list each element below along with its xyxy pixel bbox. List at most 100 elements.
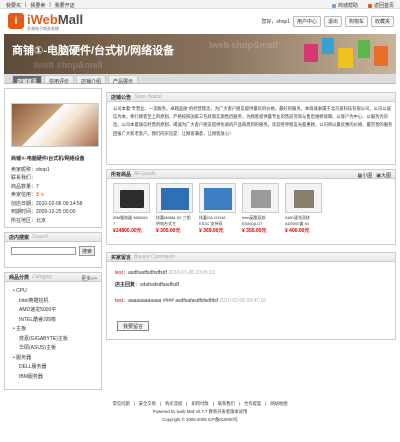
link-sell[interactable]: 我要卖 bbox=[30, 2, 45, 9]
comment-item: test：asdfsadfsdfsdfsdf 2010-01-26 10:05:… bbox=[115, 270, 215, 276]
goods-name[interactable]: IBM服务器 3650M2 7 bbox=[113, 215, 150, 226]
view-toggle: ▦小图 ▣大图 bbox=[358, 172, 392, 179]
footer-link[interactable]: 如何付款 bbox=[191, 400, 208, 408]
all-goods-panel: 所有商品 All Goods ▦小图 ▣大图 IBM服务器 3650M2 7 ¥1… bbox=[106, 169, 396, 245]
shop-info-row: 卖家信用：3 ★ bbox=[11, 192, 45, 198]
notice-text: 公司本着“专营业、一流服务、卓越品质”的经营理念，为广大客户朋友提供最优的价格、… bbox=[113, 106, 393, 136]
goods-item[interactable]: Intel英酷双核E5300(LGT ¥ 355.00元 bbox=[242, 183, 279, 234]
banner-title: 商铺①-电脑硬件/台式机/网络设备 bbox=[12, 45, 175, 57]
shop-info-row: 所在地区：北京 bbox=[11, 217, 47, 224]
goods-price: ¥ 355.00元 bbox=[242, 228, 267, 234]
category-list: • CPU Intel英酷挖机 AMD速龙5000平 INTEL酷睿2四核 • … bbox=[11, 287, 68, 382]
category-header: 商品分类 Category 更多>> bbox=[5, 273, 101, 282]
shopping-bag-graphic bbox=[358, 40, 370, 58]
site-logo[interactable]: i iWebMall 开源电子商务系统 bbox=[8, 11, 88, 33]
shopping-bag-graphic bbox=[338, 48, 353, 68]
category-item[interactable]: • CPU bbox=[11, 287, 68, 297]
goods-image[interactable] bbox=[156, 183, 193, 213]
link-open-shop[interactable]: 我要开店 bbox=[55, 2, 75, 9]
tab-shop-intro[interactable]: 店铺介绍 bbox=[76, 75, 107, 85]
search-header: 店内搜索 Search bbox=[5, 233, 101, 242]
top-links: 我要买 | 我要卖 | 我要开店 bbox=[6, 2, 75, 9]
category-item[interactable]: Intel英酷挖机 bbox=[11, 297, 68, 307]
link-buy[interactable]: 我要买 bbox=[6, 2, 21, 9]
shop-info-row: 到期时间：2009-12-25 00:00 bbox=[11, 209, 76, 215]
category-item[interactable]: • 服务器 bbox=[11, 354, 68, 364]
shopping-bag-graphic bbox=[322, 38, 334, 54]
small-view-toggle[interactable]: ▦小图 bbox=[358, 172, 373, 179]
shopping-bag-graphic bbox=[304, 44, 318, 62]
comment-item: test：aaaaaaaaaaaa #### asdfsafasdfsfsdfd… bbox=[115, 298, 266, 304]
comments-header: 买家留言 Buyers Comments bbox=[107, 253, 395, 262]
goods-image[interactable] bbox=[113, 183, 150, 213]
buyer-comments-panel: 买家留言 Buyers Comments test：asdfsadfsdfsdfs… bbox=[106, 252, 396, 340]
banner-watermark-2: iweb shop&mall bbox=[209, 40, 278, 50]
large-view-toggle[interactable]: ▣大图 bbox=[376, 172, 391, 179]
category-more-link[interactable]: 更多>> bbox=[81, 275, 97, 282]
leave-message-button[interactable]: 我要留言 bbox=[117, 321, 149, 331]
search-button[interactable]: 搜索 bbox=[79, 246, 95, 256]
goods-image[interactable] bbox=[285, 183, 322, 213]
goods-name[interactable]: AMD速龙双核AD5000盒 64 bbox=[285, 215, 322, 226]
footer-link[interactable]: 购买流程 bbox=[165, 400, 182, 408]
goods-price: ¥14800.00元 bbox=[113, 228, 142, 234]
goods-image[interactable] bbox=[199, 183, 236, 213]
goods-price: ¥ 305.00元 bbox=[156, 228, 181, 234]
help-icon bbox=[331, 3, 336, 8]
goods-name[interactable]: 技嘉GA-G31M-ES2C 支持双 bbox=[199, 215, 236, 226]
store-search-panel: 店内搜索 Search 搜索 bbox=[4, 232, 102, 268]
goods-price: ¥ 400.00元 bbox=[285, 228, 310, 234]
shop-info-row: 联系我们： bbox=[11, 175, 37, 181]
goods-name[interactable]: Intel英酷双核E5300(LGT bbox=[242, 215, 279, 226]
goods-image[interactable] bbox=[242, 183, 279, 213]
tab-shop-home[interactable]: 店铺首页 bbox=[12, 75, 43, 85]
home-link[interactable]: 返回首页 bbox=[367, 2, 394, 9]
footer-link[interactable]: 安全交易 bbox=[139, 400, 156, 408]
tab-credit[interactable]: 信用评价 bbox=[44, 75, 75, 85]
tab-products[interactable]: 产品展示 bbox=[108, 75, 139, 85]
goods-grid: IBM服务器 3650M2 7 ¥14800.00元 技嘉M68M-S2 三相供… bbox=[113, 183, 322, 234]
favorites-button[interactable]: 收藏夹 bbox=[370, 16, 394, 27]
home-icon bbox=[367, 3, 372, 8]
credit-star-icon: ★ bbox=[40, 192, 45, 198]
goods-header: 所有商品 All Goods ▦小图 ▣大图 bbox=[107, 170, 395, 179]
category-item[interactable]: 技嘉(GIGABYTE)主板 bbox=[11, 335, 68, 345]
goods-item[interactable]: AMD速龙双核AD5000盒 64 ¥ 400.00元 bbox=[285, 183, 322, 234]
goods-item[interactable]: 技嘉M68M-S2 三相供电台式主 ¥ 305.00元 bbox=[156, 183, 193, 234]
shop-info: 商铺①-电脑硬件/台式机/网络设备 卖家昵称：shop1 联系我们： 商品数量：… bbox=[11, 155, 85, 225]
footer-link[interactable]: 联系我们 bbox=[218, 400, 235, 408]
goods-item[interactable]: IBM服务器 3650M2 7 ¥14800.00元 bbox=[113, 183, 150, 234]
help-link[interactable]: 商城帮助 bbox=[331, 2, 358, 9]
shopping-bag-graphic bbox=[374, 46, 388, 66]
shop-info-panel: 商铺①-电脑硬件/台式机/网络设备 卖家昵称：shop1 联系我们： 商品数量：… bbox=[4, 88, 102, 228]
category-item[interactable]: INTEL酷睿2四核 bbox=[11, 316, 68, 326]
top-bar: 我要买 | 我要卖 | 我要开店 商城帮助 返回首页 bbox=[0, 0, 400, 9]
category-panel: 商品分类 Category 更多>> • CPU Intel英酷挖机 AMD速龙50… bbox=[4, 272, 102, 390]
goods-name[interactable]: 技嘉M68M-S2 三相供电台式主 bbox=[156, 215, 193, 226]
category-item[interactable]: 华硕(ASUS)主板 bbox=[11, 344, 68, 354]
shop-info-row: 商品数量：7 bbox=[11, 183, 39, 190]
banner-watermark: iweb shop&mall bbox=[34, 60, 103, 70]
logo-mark: i bbox=[8, 13, 24, 29]
logout-button[interactable]: 退出 bbox=[323, 16, 342, 27]
shop-title: 商铺①-电脑硬件/台式机/网络设备 bbox=[11, 156, 85, 162]
user-center-button[interactable]: 用户中心 bbox=[292, 16, 321, 27]
footer-link[interactable]: 合作提案 bbox=[244, 400, 261, 408]
search-input[interactable] bbox=[11, 247, 76, 255]
user-bar: 您好，shop1 用户中心 退出 购物车 收藏夹 bbox=[261, 16, 394, 27]
footer-link[interactable]: 常见问题 bbox=[112, 400, 129, 408]
category-item[interactable]: • 主板 bbox=[11, 325, 68, 335]
footer-link[interactable]: 网站地图 bbox=[270, 400, 287, 408]
owner-reply: 店主回复：sdafsafsdfasdfsdf bbox=[115, 282, 179, 288]
user-greeting: 您好，shop1 bbox=[261, 19, 290, 25]
shop-image bbox=[11, 103, 99, 147]
shop-banner: 商铺①-电脑硬件/台式机/网络设备 iweb shop&mall iweb sh… bbox=[4, 34, 396, 74]
shop-info-row: 卖家昵称：shop1 bbox=[11, 166, 50, 173]
cart-button[interactable]: 购物车 bbox=[344, 16, 368, 27]
goods-item[interactable]: 技嘉GA-G31M-ES2C 支持双 ¥ 369.00元 bbox=[199, 183, 236, 234]
copyright: Copyright © 2005-2009 ICP备010000号 bbox=[162, 417, 238, 422]
category-item[interactable]: DELL服务器 bbox=[11, 363, 68, 373]
logo-tagline: 开源电子商务系统 bbox=[27, 26, 59, 31]
category-item[interactable]: AMD速龙5000平 bbox=[11, 306, 68, 316]
category-item[interactable]: IBM服务器 bbox=[11, 373, 68, 383]
